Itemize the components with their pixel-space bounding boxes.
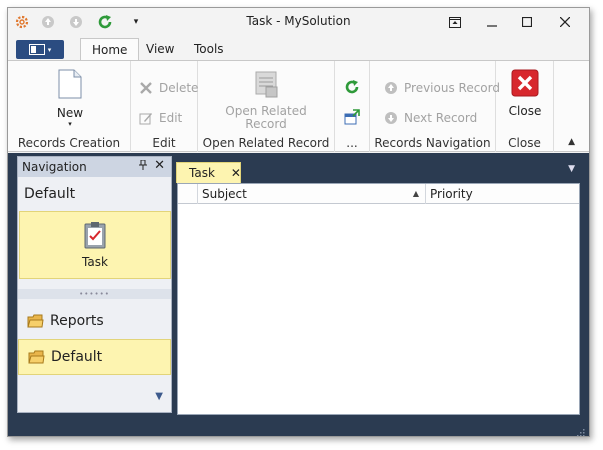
tab-task[interactable]: Task ✕ [176, 162, 241, 183]
next-record-button[interactable]: Next Record [384, 111, 477, 125]
navigation-pane: Navigation ✕ Default Task •••••• Reports… [17, 156, 172, 413]
nav-group-title: Default [24, 186, 76, 202]
tab-task-label: Task [189, 166, 215, 180]
task-grid[interactable]: Subject ▲ Priority [177, 183, 580, 415]
nav-item-reports-label: Reports [50, 313, 104, 329]
ribbon: New ▾ Records Creation Delete Edit Edit … [8, 60, 589, 152]
delete-icon [140, 82, 152, 94]
close-red-icon [511, 69, 539, 97]
previous-record-button[interactable]: Previous Record [384, 81, 500, 95]
tab-tools[interactable]: Tools [194, 42, 224, 56]
task-clipboard-icon [84, 222, 106, 249]
group-label: ... [346, 136, 358, 150]
previous-record-icon [385, 82, 397, 94]
navigation-title: Navigation [22, 160, 87, 174]
folder-icon [27, 314, 44, 328]
delete-label: Delete [159, 81, 199, 95]
group-edit: Delete Edit Edit [131, 61, 198, 152]
pin-icon[interactable] [139, 159, 147, 173]
collapse-ribbon-icon[interactable]: ▲ [568, 137, 575, 147]
open-related-record-button[interactable]: Open Related Record [216, 69, 316, 131]
resize-grip-icon[interactable] [575, 427, 585, 437]
app-menu-icon [28, 44, 45, 55]
column-header-subject[interactable]: Subject ▲ [198, 184, 426, 204]
new-button[interactable]: New ▾ [45, 69, 95, 128]
tab-home[interactable]: Home [80, 38, 140, 61]
group-label: Close [508, 136, 541, 150]
edit-icon [139, 113, 152, 125]
open-related-record-icon [255, 71, 278, 98]
new-window-icon[interactable] [344, 109, 360, 128]
previous-record-label: Previous Record [404, 81, 500, 95]
application-menu-button[interactable]: ▾ [16, 40, 64, 59]
group-close: Close Close [496, 61, 554, 152]
nav-item-default-label: Default [51, 349, 103, 365]
tab-view[interactable]: View [146, 42, 174, 56]
group-records-navigation: Previous Record Next Record Records Navi… [370, 61, 500, 152]
nav-item-task[interactable]: Task [19, 211, 171, 279]
group-open-related: Open Related Record Open Related Record [198, 61, 335, 152]
close-pane-icon[interactable]: ✕ [154, 158, 165, 173]
status-bar [8, 426, 589, 437]
next-record-label: Next Record [404, 111, 478, 125]
nav-item-default[interactable]: Default [18, 339, 171, 375]
open-related-label-line2: Record [245, 117, 287, 131]
sort-ascending-icon: ▲ [412, 189, 419, 198]
folder-icon [28, 350, 45, 364]
workspace: Navigation ✕ Default Task •••••• Reports… [8, 153, 589, 437]
group-label: Open Related Record [202, 136, 330, 150]
new-button-label: New [56, 106, 84, 120]
nav-item-reports[interactable]: Reports [18, 303, 171, 339]
close-tab-icon[interactable]: ✕ [231, 166, 241, 180]
edit-button[interactable]: Edit [139, 111, 182, 125]
close-window-icon[interactable] [553, 12, 577, 32]
nav-item-task-label: Task [82, 255, 108, 269]
next-record-icon [385, 112, 397, 124]
column-subject-label: Subject [202, 187, 247, 201]
app-window: ▾ Task - MySolution ▾ Home View Tools Ne… [7, 7, 590, 437]
column-header-priority[interactable]: Priority [426, 184, 579, 204]
delete-button[interactable]: Delete [139, 81, 198, 95]
group-records-creation: New ▾ Records Creation [8, 61, 131, 152]
row-indicator-header [178, 184, 198, 204]
navigation-header: Navigation ✕ [18, 157, 171, 177]
new-document-icon [58, 69, 82, 99]
group-label: Records Creation [17, 136, 121, 150]
chevron-down-icon[interactable]: ▼ [18, 391, 171, 402]
refresh-view-icon[interactable] [344, 79, 360, 98]
group-misc: ... [335, 61, 370, 152]
edit-label: Edit [159, 111, 183, 125]
ribbon-display-options-icon[interactable] [443, 12, 467, 32]
pane-splitter[interactable]: •••••• [18, 289, 171, 299]
column-priority-label: Priority [430, 187, 473, 201]
close-button[interactable]: Close [504, 69, 546, 118]
close-button-label: Close [508, 104, 542, 118]
tab-list-dropdown-icon[interactable]: ▼ [568, 164, 575, 174]
ribbon-tab-row: ▾ Home View Tools [8, 38, 589, 61]
grid-header: Subject ▲ Priority [178, 184, 579, 204]
maximize-icon[interactable] [515, 12, 539, 32]
group-label: Edit [152, 136, 176, 150]
title-bar: ▾ Task - MySolution [8, 8, 589, 36]
minimize-icon[interactable] [480, 12, 504, 32]
group-label: Records Navigation [374, 136, 491, 150]
